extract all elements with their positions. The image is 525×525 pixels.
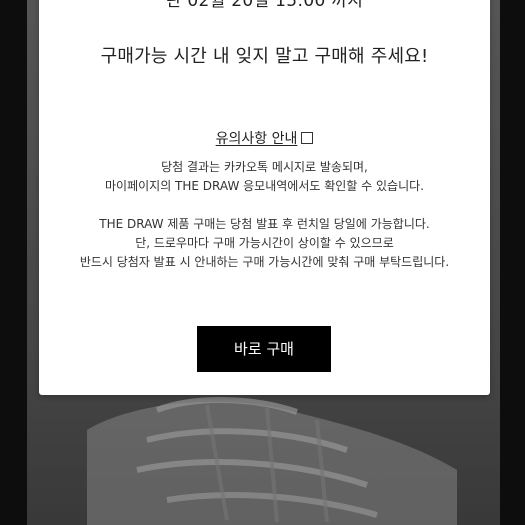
notice-paragraph-2: THE DRAW 제품 구매는 당첨 발표 후 런치일 당일에 가능합니다. 단…	[39, 215, 490, 272]
notice-line: 당첨 결과는 카카오톡 메시지로 발송되며,	[161, 160, 368, 174]
buy-now-button[interactable]: 바로 구매	[197, 326, 331, 372]
notice-line: 단, 드로우마다 구매 가능시간이 상이할 수 있으므로	[135, 236, 394, 250]
notice-line: 마이페이지의 THE DRAW 응모내역에서도 확인할 수 있습니다.	[105, 179, 424, 193]
purchase-notice-modal: 란 02월 20일 15:00 까지 구매가능 시간 내 잊지 말고 구매해 주…	[39, 0, 490, 395]
notice-paragraph-1: 당첨 결과는 카카오톡 메시지로 발송되며, 마이페이지의 THE DRAW 응…	[39, 158, 490, 196]
purchase-deadline-text: 란 02월 20일 15:00 까지	[165, 0, 364, 11]
notice-line: 반드시 당첨자 발표 시 안내하는 구매 가능시간에 맞춰 구매 부탁드립니다.	[79, 255, 450, 269]
notice-title: 유의사항 안내	[39, 128, 490, 148]
modal-headline: 구매가능 시간 내 잊지 말고 구매해 주세요!	[100, 46, 429, 67]
checkbox-square-icon	[301, 132, 314, 144]
page: 란 02월 20일 15:00 까지 구매가능 시간 내 잊지 말고 구매해 주…	[0, 0, 525, 525]
notice-title-text: 유의사항 안내	[215, 131, 298, 147]
notice-line: THE DRAW 제품 구매는 당첨 발표 후 런치일 당일에 가능합니다.	[99, 217, 430, 231]
